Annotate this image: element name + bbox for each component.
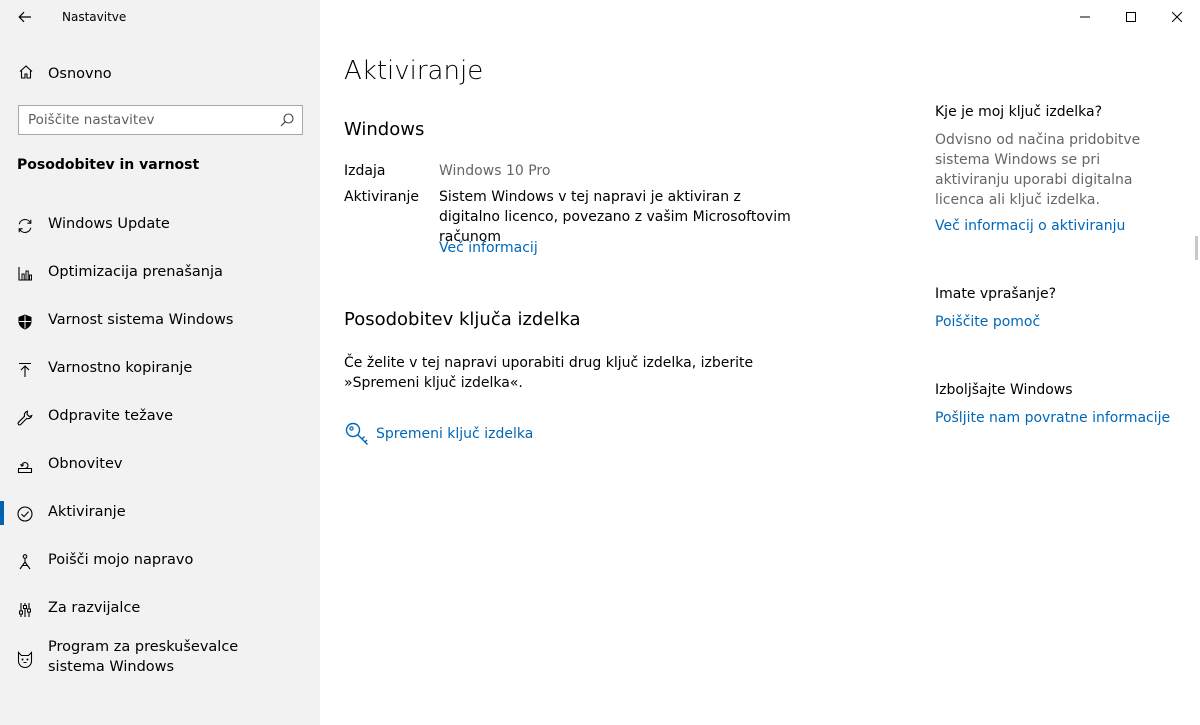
more-info-link[interactable]: Več informacij	[439, 240, 538, 256]
app-title: Nastavitve	[62, 10, 127, 24]
search-box	[18, 105, 303, 135]
feedback-link[interactable]: Pošljite nam povratne informacije	[935, 410, 1170, 426]
sidebar-item-label: Odpravite težave	[48, 408, 174, 424]
sidebar-item-for-developers[interactable]: Za razvijalce	[0, 589, 320, 629]
maximize-button[interactable]	[1108, 0, 1154, 34]
get-help-link[interactable]: Poiščite pomoč	[935, 314, 1040, 330]
sidebar-item-backup[interactable]: Varnostno kopiranje	[0, 349, 320, 389]
sidebar-item-label: Varnostno kopiranje	[48, 360, 193, 376]
window-controls	[1062, 0, 1200, 34]
delivery-optimization-icon	[14, 263, 36, 285]
sidebar-item-delivery-optimization[interactable]: Optimizacija prenašanja	[0, 253, 320, 293]
activation-label: Aktiviranje	[344, 189, 419, 205]
back-button[interactable]	[10, 4, 40, 30]
home-icon	[16, 64, 36, 84]
main-content: Aktiviranje Windows Izdaja Windows 10 Pr…	[320, 0, 1200, 725]
sidebar-item-find-my-device[interactable]: Poišči mojo napravo	[0, 541, 320, 581]
close-icon	[1172, 12, 1182, 22]
activation-info-link[interactable]: Več informacij o aktiviranju	[935, 218, 1125, 234]
activation-status-text: Sistem Windows v tej napravi je aktivira…	[439, 189, 791, 245]
minimize-button[interactable]	[1062, 0, 1108, 34]
recovery-icon	[14, 455, 36, 477]
change-product-key-label: Spremeni ključ izdelka	[376, 426, 534, 442]
windows-heading: Windows	[344, 119, 425, 140]
back-arrow-icon	[18, 11, 31, 23]
sidebar-item-recovery[interactable]: Obnovitev	[0, 445, 320, 485]
check-circle-icon	[14, 503, 36, 525]
sidebar-item-home[interactable]: Osnovno	[0, 58, 320, 90]
sidebar-item-label: Varnost sistema Windows	[48, 312, 234, 328]
sidebar-item-label: Obnovitev	[48, 456, 123, 472]
aside-product-key-text: Odvisno od načina pridobitve sistema Win…	[935, 132, 1141, 208]
titlebar-left: Nastavitve	[0, 0, 320, 34]
find-device-icon	[14, 551, 36, 573]
aside-question-heading: Imate vprašanje?	[935, 286, 1057, 302]
minimize-icon	[1080, 16, 1090, 18]
sidebar: Nastavitve Osnovno Posodobitev in varnos…	[0, 0, 320, 725]
shield-icon	[14, 311, 36, 333]
sidebar-item-windows-insider[interactable]: Program za preskuševalce sistema Windows	[0, 637, 320, 677]
sidebar-item-label: Aktiviranje	[48, 504, 126, 520]
close-button[interactable]	[1154, 0, 1200, 34]
sidebar-item-windows-update[interactable]: Windows Update	[0, 205, 320, 245]
sidebar-item-label: Osnovno	[48, 66, 112, 82]
sidebar-item-label: Program za preskuševalce sistema Windows	[48, 639, 239, 675]
developer-sliders-icon	[14, 599, 36, 621]
scrollbar-thumb[interactable]	[1195, 236, 1198, 260]
sidebar-item-activation[interactable]: Aktiviranje	[0, 493, 320, 533]
search-input[interactable]	[19, 106, 269, 134]
insider-cat-icon	[14, 648, 36, 670]
change-product-key-button[interactable]: Spremeni ključ izdelka	[344, 420, 533, 448]
sidebar-item-label: Za razvijalce	[48, 600, 141, 616]
product-key-description: Če želite v tej napravi uporabiti drug k…	[344, 355, 754, 391]
wrench-icon	[14, 407, 36, 429]
aside-product-key-heading: Kje je moj ključ izdelka?	[935, 104, 1103, 120]
key-icon	[345, 422, 368, 445]
search-icon[interactable]	[278, 111, 296, 129]
maximize-icon	[1126, 12, 1136, 22]
sidebar-item-windows-security[interactable]: Varnost sistema Windows	[0, 301, 320, 341]
sidebar-item-label: Optimizacija prenašanja	[48, 264, 223, 280]
edition-value: Windows 10 Pro	[439, 163, 551, 179]
sidebar-item-label: Windows Update	[48, 216, 170, 232]
backup-upload-icon	[14, 359, 36, 381]
sidebar-item-troubleshoot[interactable]: Odpravite težave	[0, 397, 320, 437]
sidebar-item-label: Poišči mojo napravo	[48, 552, 194, 568]
section-title: Posodobitev in varnost	[17, 157, 200, 173]
aside-improve-heading: Izboljšajte Windows	[935, 382, 1073, 398]
product-key-heading: Posodobitev ključa izdelka	[344, 309, 581, 330]
refresh-icon	[14, 215, 36, 237]
edition-label: Izdaja	[344, 163, 386, 179]
page-title: Aktiviranje	[344, 56, 484, 86]
